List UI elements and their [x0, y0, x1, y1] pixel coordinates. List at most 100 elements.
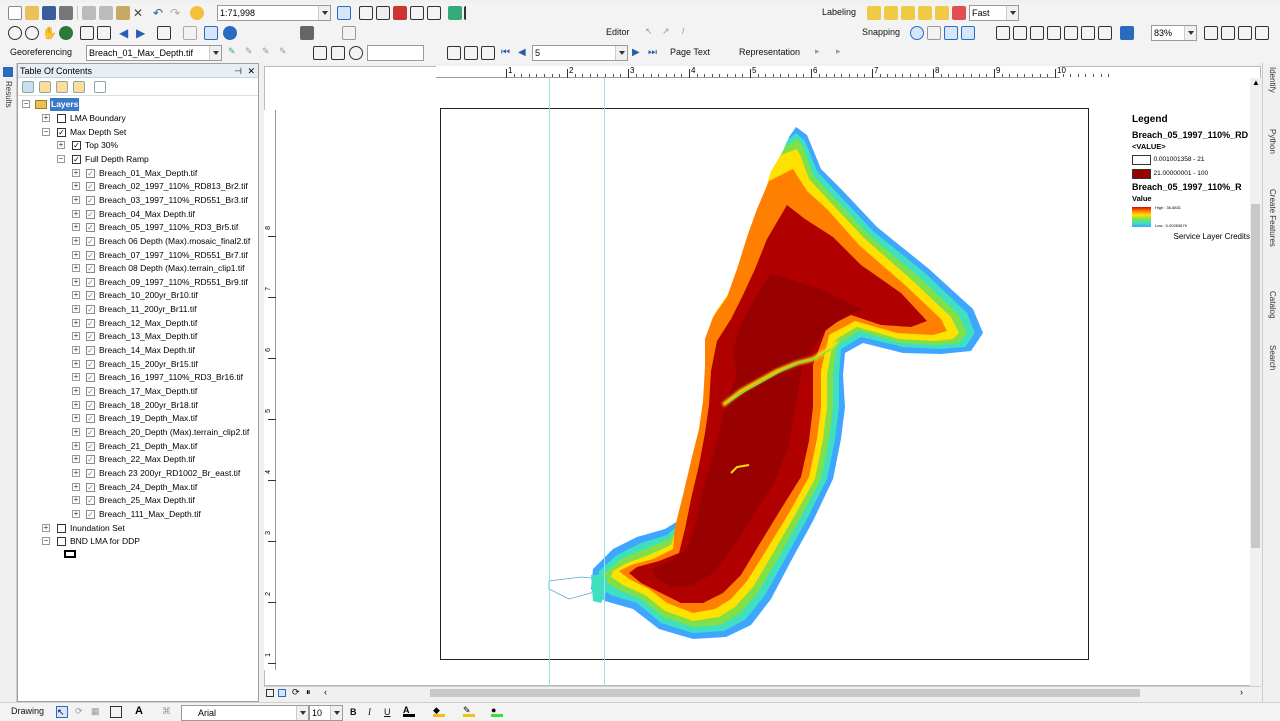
toc-layer-item[interactable]: + ✓ Breach_13_Max_Depth.tif: [22, 330, 258, 343]
bold-button[interactable]: B: [350, 707, 357, 717]
expand-icon[interactable]: +: [72, 209, 80, 218]
expand-icon[interactable]: +: [42, 523, 50, 532]
vertical-scroll-thumb[interactable]: [1251, 204, 1260, 548]
snapping-menu[interactable]: Snapping: [862, 27, 900, 37]
expand-icon[interactable]: +: [72, 441, 80, 450]
layer-visibility-checkbox[interactable]: [57, 114, 66, 123]
layer-visibility-checkbox[interactable]: ✓: [86, 359, 95, 369]
change-layout-icon[interactable]: [1238, 26, 1252, 40]
close-icon[interactable]: ✕: [247, 64, 255, 78]
last-page-icon[interactable]: ⏭: [648, 46, 662, 60]
ddp-refresh-icon[interactable]: [464, 46, 478, 60]
scroll-left-icon[interactable]: ‹: [324, 687, 327, 697]
layer-visibility-checkbox[interactable]: [57, 537, 66, 547]
representation-marker-icon[interactable]: ▸: [836, 46, 850, 60]
fixed-zoom-out-layout-icon[interactable]: [1098, 26, 1112, 40]
expand-icon[interactable]: +: [72, 387, 80, 395]
save-icon[interactable]: [42, 6, 56, 20]
refresh-icon[interactable]: ⟳: [292, 687, 300, 698]
toc-layer-item[interactable]: + ✓ Breach_111_Max_Depth.tif: [22, 508, 258, 521]
toc-layer-item[interactable]: + ✓ Breach_18_200yr_Br18.tif: [22, 399, 258, 412]
expand-icon[interactable]: +: [72, 277, 80, 286]
layer-visibility-checkbox[interactable]: [57, 523, 66, 533]
paste-icon[interactable]: [116, 6, 130, 20]
italic-button[interactable]: I: [368, 707, 371, 717]
pin-icon[interactable]: ⊣: [234, 64, 242, 78]
layout-zoom-dropdown[interactable]: 83%: [1151, 25, 1197, 41]
zoom-selected-icon[interactable]: ▦: [91, 706, 103, 718]
route-icon[interactable]: [448, 6, 462, 20]
fill-color-icon[interactable]: ◆: [433, 705, 445, 717]
zoom-100-icon[interactable]: [1064, 26, 1078, 40]
map-legend[interactable]: Legend Breach_05_1997_110%_RD <VALUE> 0.…: [1132, 114, 1250, 241]
toc-layer-item[interactable]: + ✓ Breach_02_1997_110%_RD813_Br2.tif: [22, 180, 258, 193]
toc-layer-item[interactable]: + ✓ Breach_01_Max_Depth.tif: [22, 167, 258, 180]
expand-icon[interactable]: +: [72, 414, 80, 423]
layer-visibility-checkbox[interactable]: ✓: [86, 414, 95, 424]
layer-visibility-checkbox[interactable]: ✓: [86, 168, 95, 178]
focus-data-frame-icon[interactable]: [1221, 26, 1235, 40]
expand-icon[interactable]: +: [72, 346, 80, 355]
add-data-icon[interactable]: [190, 6, 204, 20]
layer-visibility-checkbox[interactable]: ✓: [86, 509, 95, 519]
expand-icon[interactable]: +: [72, 427, 80, 436]
first-page-icon[interactable]: ⏮: [501, 46, 515, 60]
toc-layer-item[interactable]: + LMA Boundary: [22, 112, 258, 125]
expand-icon[interactable]: +: [72, 168, 80, 177]
toc-layer-item[interactable]: + ✓ Breach_24_Depth_Max.tif: [22, 481, 258, 494]
layer-visibility-checkbox[interactable]: ✓: [86, 264, 95, 274]
editor-toolbar-icon[interactable]: [337, 6, 351, 20]
expand-icon[interactable]: +: [72, 509, 80, 518]
toc-layer-item[interactable]: + ✓ Breach_21_Depth_Max.tif: [22, 440, 258, 453]
open-folder-icon[interactable]: [25, 6, 39, 20]
cut-icon[interactable]: [82, 6, 96, 20]
fixed-zoom-out-icon[interactable]: [97, 26, 111, 40]
expand-icon[interactable]: +: [42, 114, 50, 122]
editor-menu[interactable]: Editor: [606, 27, 630, 37]
python-tab[interactable]: Python: [1268, 129, 1277, 154]
georef-layer-dropdown[interactable]: Breach_01_Max_Depth.tif: [86, 45, 222, 61]
layer-visibility-checkbox[interactable]: ✓: [86, 482, 95, 492]
toc-layer-item[interactable]: + ✓ Breach_12_Max_Depth.tif: [22, 317, 258, 330]
pause-labeling-icon[interactable]: [935, 6, 949, 20]
select-elements-arrow-icon[interactable]: ↖: [56, 706, 68, 718]
layout-guide-left[interactable]: [549, 78, 550, 686]
options-icon[interactable]: [94, 81, 106, 93]
pause-drawing-icon[interactable]: ⏸: [306, 687, 311, 698]
layer-visibility-checkbox[interactable]: ✓: [86, 195, 95, 205]
scale-icon[interactable]: ✎: [262, 46, 276, 60]
toc-layer-item[interactable]: − ✓ Full Depth Ramp: [22, 153, 258, 166]
next-page-icon[interactable]: ▶: [632, 46, 646, 60]
collapse-icon[interactable]: −: [42, 127, 50, 136]
expand-icon[interactable]: +: [72, 400, 80, 409]
layout-horizontal-scrollbar[interactable]: ⟳ ⏸ ‹ ›: [264, 686, 1261, 699]
copy-icon[interactable]: [99, 6, 113, 20]
results-tab[interactable]: Results: [4, 81, 13, 108]
expand-icon[interactable]: +: [72, 373, 80, 382]
layout-zoom-out-icon[interactable]: [1013, 26, 1027, 40]
toc-layer-item[interactable]: + ✓ Breach_15_200yr_Br15.tif: [22, 358, 258, 371]
font-name-dropdown[interactable]: Arial: [181, 705, 309, 721]
layer-visibility-checkbox[interactable]: ✓: [86, 318, 95, 328]
expand-icon[interactable]: +: [57, 141, 65, 150]
layout-vertical-scrollbar[interactable]: ▲: [1250, 78, 1261, 686]
toc-layer-item[interactable]: + ✓ Breach_17_Max_Depth.tif: [22, 385, 258, 398]
label-weight-icon[interactable]: [901, 6, 915, 20]
back-extent-icon[interactable]: ◀: [119, 26, 133, 40]
create-features-tab[interactable]: Create Features: [1268, 189, 1277, 247]
list-by-source-icon[interactable]: [39, 81, 51, 93]
layer-visibility-checkbox[interactable]: ✓: [86, 441, 95, 451]
georeferencing-menu[interactable]: Georeferencing: [10, 47, 72, 57]
layout-page[interactable]: [440, 108, 1089, 660]
layer-visibility-checkbox[interactable]: ✓: [86, 468, 95, 478]
edit-vertices-icon[interactable]: ⌘: [162, 706, 174, 718]
shift-icon[interactable]: ✎: [245, 46, 259, 60]
scale-dropdown[interactable]: 1:71,998: [217, 5, 331, 21]
layer-visibility-checkbox[interactable]: ✓: [86, 291, 95, 301]
previous-page-icon[interactable]: ◀: [518, 46, 532, 60]
collapse-layers-icon[interactable]: −: [22, 100, 30, 108]
toc-layer-item[interactable]: + ✓ Breach_05_1997_110%_RD3_Br5.tif: [22, 221, 258, 234]
labeling-menu[interactable]: Labeling: [822, 7, 856, 17]
layout-guide-right[interactable]: [604, 78, 605, 686]
list-by-selection-icon[interactable]: [73, 81, 85, 93]
